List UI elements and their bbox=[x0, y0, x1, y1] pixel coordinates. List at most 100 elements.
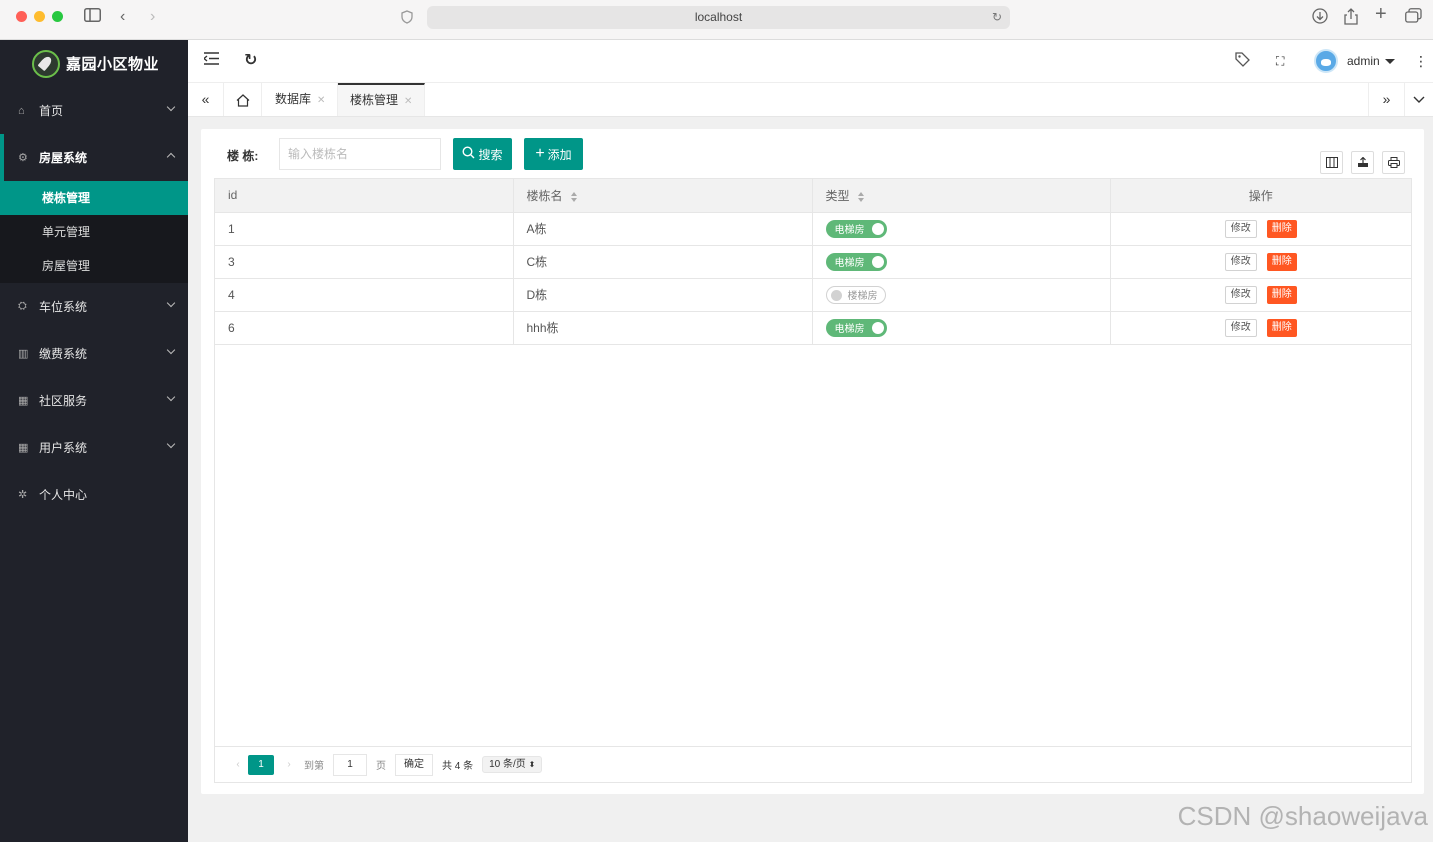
tabs-scroll-left-button[interactable]: « bbox=[188, 83, 224, 116]
content-card: 楼 栋: 搜索 + 添加 id 楼栋名 类型 操作 bbox=[201, 129, 1424, 794]
cell-building-name: A栋 bbox=[513, 212, 813, 246]
elevator-type-toggle[interactable]: 电梯房 bbox=[825, 252, 887, 271]
close-icon[interactable]: ✕ bbox=[317, 95, 325, 106]
table-row: 1 A栋 电梯房 修改 删除 bbox=[215, 212, 1411, 246]
settings-icon: ✲ bbox=[18, 489, 28, 501]
tag-icon[interactable] bbox=[1235, 52, 1250, 72]
username: admin bbox=[1347, 54, 1380, 68]
zoom-window-button[interactable] bbox=[52, 11, 63, 22]
add-button[interactable]: + 添加 bbox=[524, 138, 583, 170]
delete-button[interactable]: 删除 bbox=[1266, 252, 1297, 271]
minimize-window-button[interactable] bbox=[34, 11, 45, 22]
column-header-type[interactable]: 类型 bbox=[812, 179, 1111, 213]
fullscreen-icon[interactable]: ⛶ bbox=[1276, 52, 1284, 70]
pagination: ‹ 1 › 到第 1 页 确定 共 4 条 10 条/页 ⬍ bbox=[215, 746, 1411, 782]
car-icon: ⛭ bbox=[18, 300, 27, 312]
sort-icon[interactable] bbox=[857, 191, 866, 202]
shield-icon[interactable] bbox=[401, 10, 413, 29]
delete-button[interactable]: 删除 bbox=[1266, 219, 1297, 238]
next-page-button[interactable]: › bbox=[274, 759, 304, 770]
back-icon[interactable]: ‹ bbox=[120, 8, 125, 26]
sidebar-toggle-icon[interactable] bbox=[84, 8, 101, 27]
submenu-item-building-management[interactable]: 楼栋管理 bbox=[0, 181, 188, 215]
menu-item-home[interactable]: ⌂ 首页 bbox=[0, 87, 188, 134]
tabs-dropdown-button[interactable] bbox=[1404, 83, 1433, 116]
share-icon[interactable] bbox=[1344, 8, 1358, 30]
print-button[interactable] bbox=[1382, 151, 1405, 174]
edit-button[interactable]: 修改 bbox=[1224, 285, 1257, 304]
watermark: CSDN @shaoweijava bbox=[1177, 801, 1428, 831]
goto-page-input[interactable]: 1 bbox=[333, 753, 367, 776]
url-text: localhost bbox=[694, 10, 743, 24]
reload-icon[interactable]: ↻ bbox=[992, 6, 1002, 29]
home-tab-button[interactable] bbox=[224, 83, 262, 116]
edit-button[interactable]: 修改 bbox=[1224, 252, 1257, 271]
menu-item-housing-system[interactable]: ⚙ 房屋系统 bbox=[0, 134, 188, 181]
users-icon: ▦ bbox=[18, 442, 29, 454]
refresh-icon[interactable]: ↻ bbox=[244, 52, 257, 70]
toggle-knob bbox=[871, 255, 884, 268]
edit-button[interactable]: 修改 bbox=[1224, 318, 1257, 337]
browser-toolbar: ‹ › localhost ↻ + bbox=[0, 0, 1433, 40]
menu-item-payment-system[interactable]: ▥ 缴费系统 bbox=[0, 330, 188, 377]
table-row: 4 D栋 楼梯房 修改 删除 bbox=[215, 278, 1411, 312]
download-icon[interactable] bbox=[1312, 8, 1328, 29]
delete-button[interactable]: 删除 bbox=[1266, 318, 1297, 337]
table-row: 3 C栋 电梯房 修改 删除 bbox=[215, 245, 1411, 279]
page-size-select[interactable]: 10 条/页 ⬍ bbox=[482, 756, 543, 773]
app-title: 嘉园小区物业 bbox=[66, 56, 160, 73]
submenu-item-unit-management[interactable]: 单元管理 bbox=[0, 215, 188, 249]
apps-icon: ▦ bbox=[18, 395, 29, 407]
prev-page-button[interactable]: ‹ bbox=[228, 759, 248, 770]
elevator-type-toggle[interactable]: 电梯房 bbox=[825, 219, 887, 238]
forward-icon[interactable]: › bbox=[150, 8, 155, 26]
menu-item-label: 车位系统 bbox=[39, 300, 88, 314]
chevron-down-icon bbox=[166, 298, 176, 308]
goto-confirm-button[interactable]: 确定 bbox=[395, 753, 433, 776]
search-label: 楼 栋: bbox=[227, 149, 259, 163]
tab-bar: « 数据库 ✕ 楼栋管理 ✕ » bbox=[188, 83, 1433, 117]
menu-item-label: 房屋系统 bbox=[39, 151, 88, 165]
new-tab-icon[interactable]: + bbox=[1375, 4, 1387, 24]
close-window-button[interactable] bbox=[16, 11, 27, 22]
add-button-label: 添加 bbox=[547, 147, 572, 162]
cell-id: 6 bbox=[215, 311, 514, 345]
elevator-type-toggle[interactable]: 楼梯房 bbox=[825, 285, 886, 304]
elevator-type-toggle[interactable]: 电梯房 bbox=[825, 318, 887, 337]
tabs-scroll-right-button[interactable]: » bbox=[1368, 83, 1404, 116]
menu-item-user-system[interactable]: ▦ 用户系统 bbox=[0, 424, 188, 471]
avatar bbox=[1314, 49, 1338, 73]
delete-button[interactable]: 删除 bbox=[1266, 285, 1297, 304]
more-vertical-icon[interactable]: ⋮ bbox=[1414, 52, 1428, 70]
column-filter-button[interactable] bbox=[1320, 151, 1343, 174]
building-name-search-input[interactable] bbox=[279, 138, 441, 170]
cell-id: 3 bbox=[215, 245, 514, 279]
cell-actions: 修改 删除 bbox=[1110, 311, 1411, 345]
column-header-building-name[interactable]: 楼栋名 bbox=[513, 179, 813, 213]
menu-fold-icon[interactable] bbox=[202, 52, 219, 70]
logo[interactable]: 嘉园小区物业 bbox=[0, 40, 188, 87]
toggle-knob bbox=[871, 222, 884, 235]
tab-building-management[interactable]: 楼栋管理 ✕ bbox=[338, 83, 425, 116]
menu-item-parking-system[interactable]: ⛭ 车位系统 bbox=[0, 283, 188, 330]
menu-item-label: 缴费系统 bbox=[39, 347, 88, 361]
page-unit-label: 页 bbox=[376, 761, 386, 772]
address-bar[interactable]: localhost ↻ bbox=[427, 6, 1010, 29]
tab-database[interactable]: 数据库 ✕ bbox=[263, 83, 338, 116]
export-button[interactable] bbox=[1351, 151, 1374, 174]
table-row: 6 hhh栋 电梯房 修改 删除 bbox=[215, 311, 1411, 345]
chevron-down-icon bbox=[166, 345, 176, 355]
menu-item-personal-center[interactable]: ✲ 个人中心 bbox=[0, 471, 188, 518]
close-icon[interactable]: ✕ bbox=[404, 96, 412, 107]
tab-overview-icon[interactable] bbox=[1405, 8, 1422, 28]
current-page-button[interactable]: 1 bbox=[248, 754, 274, 775]
sort-icon[interactable] bbox=[570, 191, 579, 202]
search-button[interactable]: 搜索 bbox=[453, 138, 512, 170]
edit-button[interactable]: 修改 bbox=[1224, 219, 1257, 238]
user-menu[interactable]: admin bbox=[1314, 49, 1395, 73]
chevron-down-icon bbox=[166, 102, 176, 112]
submenu-housing-system: 楼栋管理 单元管理 房屋管理 bbox=[0, 181, 188, 283]
submenu-item-house-management[interactable]: 房屋管理 bbox=[0, 249, 188, 283]
menu-item-community-service[interactable]: ▦ 社区服务 bbox=[0, 377, 188, 424]
cell-type: 电梯房 bbox=[812, 311, 1111, 345]
